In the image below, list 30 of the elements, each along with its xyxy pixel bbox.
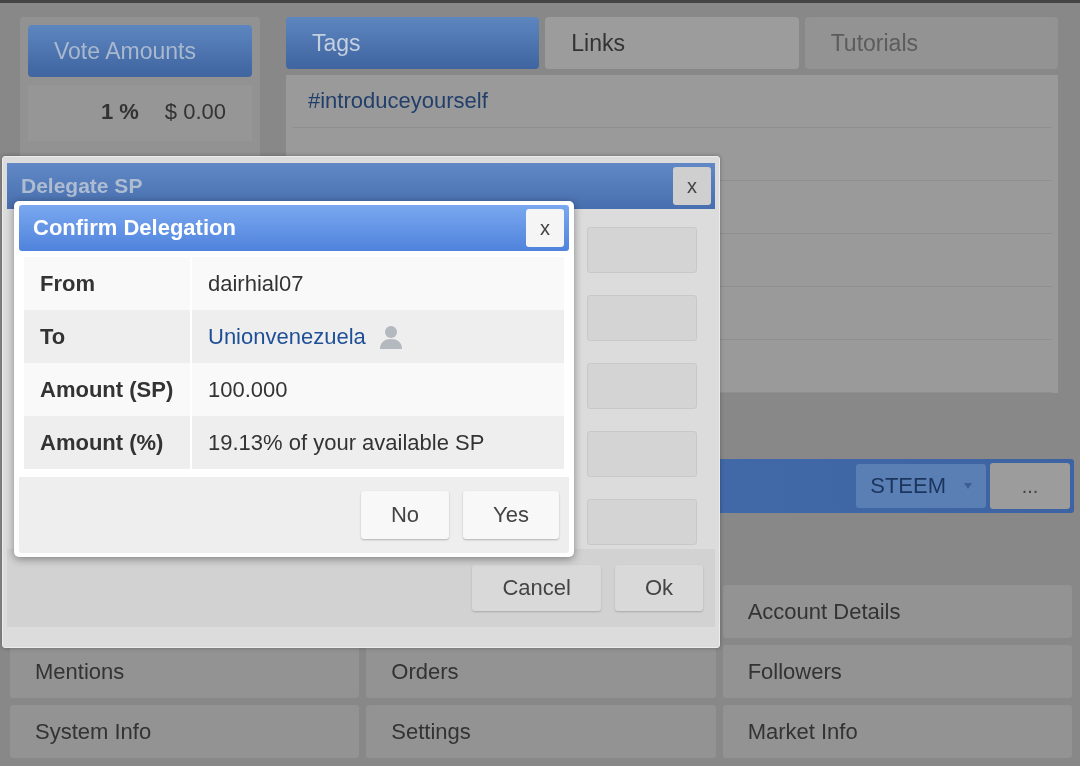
person-icon	[377, 323, 404, 350]
close-button[interactable]: x	[673, 167, 711, 205]
account-link[interactable]: Unionvenezuela	[208, 323, 366, 350]
vote-amounts-button[interactable]: Vote Amounts	[28, 25, 252, 77]
menu-item[interactable]: Mentions	[10, 645, 360, 698]
menu-item[interactable]: System Info	[10, 705, 360, 758]
field-value: 19.13% of your available SP	[208, 429, 485, 456]
tag-link[interactable]: #introduceyourself	[308, 88, 488, 114]
dialog-title: Confirm Delegation	[33, 215, 236, 241]
menu-item[interactable]: Market Info	[722, 705, 1072, 758]
dialog-button[interactable]: Yes	[463, 491, 559, 539]
more-button[interactable]: ...	[990, 463, 1070, 509]
tab[interactable]: Links	[545, 17, 799, 69]
currency-dropdown[interactable]: STEEM	[856, 464, 986, 508]
menu-item[interactable]: Settings	[366, 705, 716, 758]
caret-icon	[964, 483, 972, 489]
menu-item[interactable]: Followers	[722, 645, 1072, 698]
menu-item[interactable]: Account Details	[722, 585, 1072, 638]
dialog-button[interactable]: Ok	[614, 565, 703, 611]
close-button[interactable]: x	[526, 209, 564, 247]
menu-item[interactable]: Orders	[366, 645, 716, 698]
dialog-button[interactable]: No	[361, 491, 450, 539]
dialog-button[interactable]: Cancel	[472, 565, 601, 611]
vote-percent: 1 %	[100, 99, 139, 126]
field-label: Amount (%)	[24, 416, 192, 469]
field-value: dairhial07	[208, 270, 304, 297]
field-value: 100.000	[208, 376, 288, 403]
dialog-title: Delegate SP	[21, 174, 143, 198]
tab[interactable]: Tags	[286, 17, 540, 69]
vote-value: $ 0.00	[164, 99, 226, 126]
